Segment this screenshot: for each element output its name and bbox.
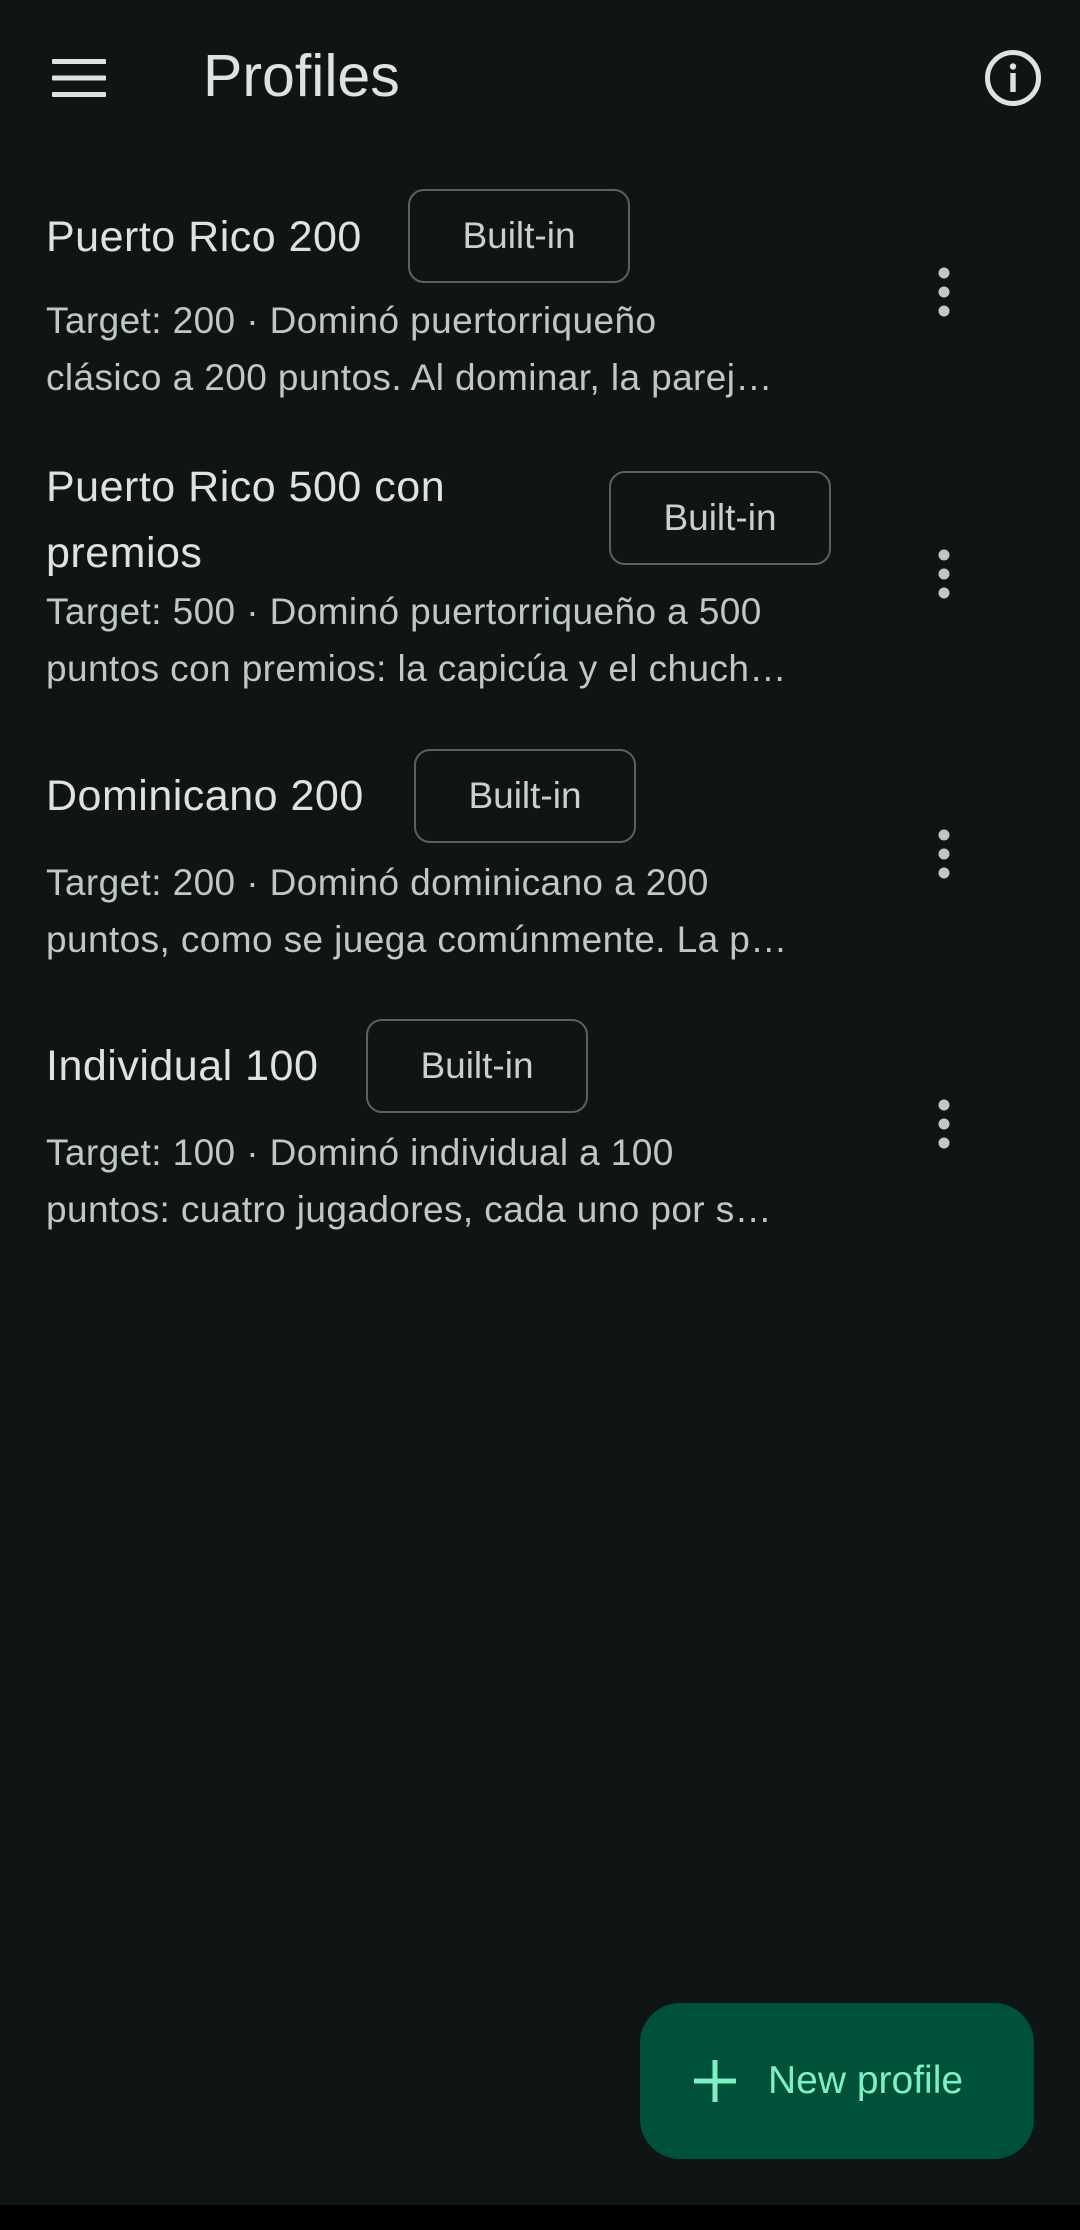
profile-row-puerto-rico-200[interactable]: Puerto Rico 200 Built-in Target: 200 · D… bbox=[0, 170, 1080, 410]
profile-description-line: puntos con premios: la capicúa y el chuc… bbox=[46, 648, 787, 689]
profile-title: Puerto Rico 200 bbox=[46, 213, 362, 261]
new-profile-fab[interactable]: New profile bbox=[640, 2003, 1034, 2159]
profile-row-dominicano-200[interactable]: Dominicano 200 Built-in Target: 200 · Do… bbox=[0, 734, 1080, 984]
more-vert-icon bbox=[938, 1099, 950, 1149]
navigation-menu-button[interactable] bbox=[31, 30, 127, 126]
more-vert-icon bbox=[938, 549, 950, 599]
profile-description-line: puntos: cuatro jugadores, cada uno por s… bbox=[46, 1189, 773, 1230]
profile-title-continued: premios bbox=[46, 529, 203, 577]
profile-description-line: Target: 200 · Dominó puertorriqueño bbox=[46, 300, 657, 341]
more-vert-icon bbox=[938, 829, 950, 879]
more-options-button[interactable] bbox=[896, 526, 992, 622]
more-options-button[interactable] bbox=[896, 244, 992, 340]
profile-description-line: Target: 500 · Dominó puertorriqueño a 50… bbox=[46, 591, 762, 632]
profile-description: Target: 500 · Dominó puertorriqueño a 50… bbox=[46, 583, 836, 697]
profile-description-line: puntos, como se juega comúnmente. La p… bbox=[46, 919, 788, 960]
profile-description-line: Target: 100 · Dominó individual a 100 bbox=[46, 1132, 674, 1173]
profile-description-line: Target: 200 · Dominó dominicano a 200 bbox=[46, 862, 709, 903]
built-in-badge: Built-in bbox=[408, 189, 630, 283]
more-options-button[interactable] bbox=[896, 806, 992, 902]
built-in-badge: Built-in bbox=[366, 1019, 588, 1113]
profile-row-individual-100[interactable]: Individual 100 Built-in Target: 100 · Do… bbox=[0, 1004, 1080, 1254]
more-options-button[interactable] bbox=[896, 1076, 992, 1172]
profile-row-puerto-rico-500[interactable]: Puerto Rico 500 con premios Built-in Tar… bbox=[0, 448, 1080, 708]
page-title: Profiles bbox=[203, 43, 400, 109]
info-circle-icon bbox=[985, 50, 1041, 106]
hamburger-menu-icon bbox=[52, 59, 106, 97]
profiles-screen: Profiles Puerto Rico 200 Built-in Target… bbox=[0, 0, 1080, 2205]
profile-title: Individual 100 bbox=[46, 1042, 319, 1090]
built-in-badge: Built-in bbox=[414, 749, 636, 843]
profile-description-line: clásico a 200 puntos. Al dominar, la par… bbox=[46, 357, 773, 398]
info-button[interactable] bbox=[965, 30, 1061, 126]
profile-title: Dominicano 200 bbox=[46, 772, 364, 820]
profile-description: Target: 200 · Dominó dominicano a 200 pu… bbox=[46, 854, 836, 968]
new-profile-label: New profile bbox=[768, 2059, 964, 2102]
more-vert-icon bbox=[938, 267, 950, 317]
profile-description: Target: 200 · Dominó puertorriqueño clás… bbox=[46, 292, 836, 406]
profile-title: Puerto Rico 500 con bbox=[46, 463, 446, 511]
plus-icon bbox=[694, 2060, 736, 2102]
profile-description: Target: 100 · Dominó individual a 100 pu… bbox=[46, 1124, 836, 1238]
built-in-badge: Built-in bbox=[609, 471, 831, 565]
top-app-bar: Profiles bbox=[0, 0, 1080, 156]
system-navigation-bar bbox=[0, 2205, 1080, 2230]
